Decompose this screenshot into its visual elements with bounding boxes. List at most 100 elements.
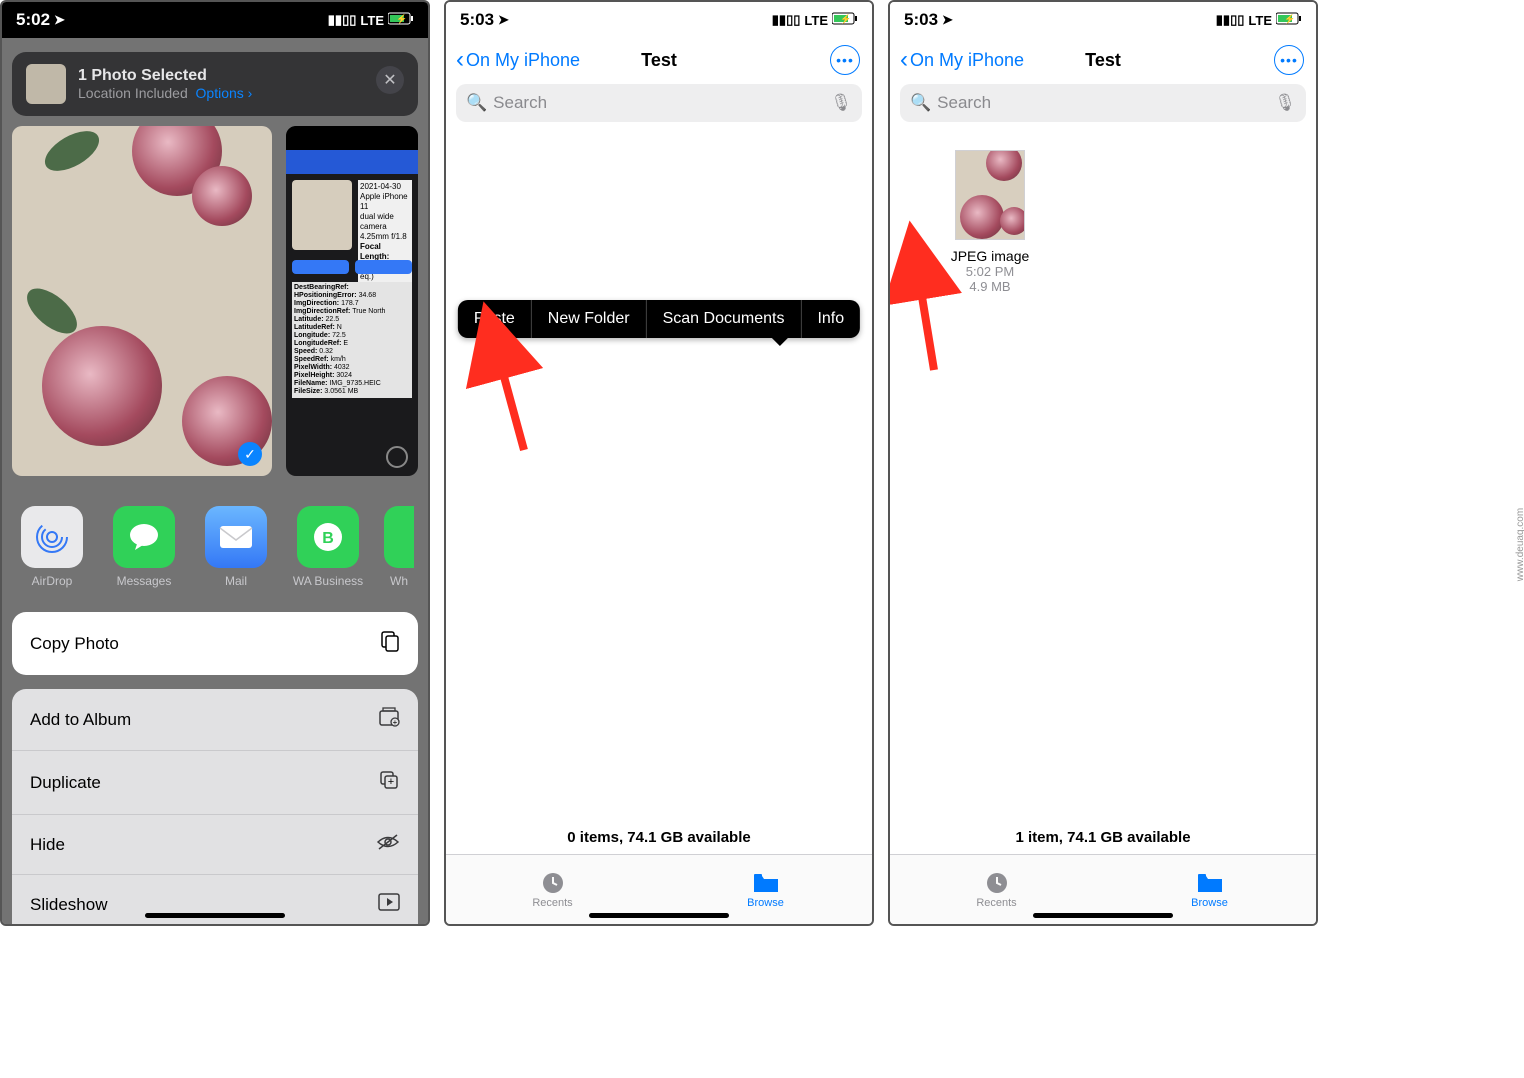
options-link[interactable]: Options › (196, 85, 253, 101)
airdrop-icon (21, 506, 83, 568)
ellipsis-icon: ••• (836, 52, 854, 68)
signal-icon: ▮▮▯▯ (772, 12, 801, 28)
location-arrow-icon: ➤ (54, 12, 65, 28)
home-indicator[interactable] (145, 913, 285, 918)
folder-body[interactable]: JPEG image 5:02 PM 4.9 MB (890, 130, 1316, 770)
chevron-left-icon: ‹ (900, 46, 908, 74)
network-label: LTE (804, 13, 828, 28)
home-indicator[interactable] (589, 913, 729, 918)
share-subtitle: Location Included Options › (78, 85, 252, 101)
more-button[interactable]: ••• (830, 45, 860, 75)
action-label: Slideshow (30, 895, 108, 915)
app-whatsapp[interactable]: Wh (384, 506, 414, 588)
preview-row: ✓ 2021-04-30Apple iPhone 11dual wide cam… (12, 126, 418, 476)
ellipsis-icon: ••• (1280, 52, 1298, 68)
status-time: 5:03➤ (904, 10, 953, 30)
messages-icon (113, 506, 175, 568)
mail-icon (205, 506, 267, 568)
chevron-left-icon: ‹ (456, 46, 464, 74)
phone-3-files-with-item: 5:03➤ ▮▮▯▯ LTE ⚡ ‹On My iPhone Test ••• … (888, 0, 1318, 926)
watermark: www.deuaq.com (1515, 508, 1524, 581)
status-bar: 5:03➤ ▮▮▯▯ LTE ⚡ (446, 2, 872, 38)
search-icon: 🔍 (466, 93, 487, 113)
action-label: Copy Photo (30, 634, 119, 654)
menu-info[interactable]: Info (800, 300, 860, 338)
primary-action-card: Copy Photo (12, 612, 418, 675)
menu-scan-documents[interactable]: Scan Documents (646, 300, 801, 338)
whatsapp-business-icon: B (297, 506, 359, 568)
annotation-arrow (484, 330, 534, 450)
share-apps-row: AirDrop Messages Mail B WA Business Wh (2, 496, 428, 598)
slideshow-action[interactable]: Slideshow (12, 874, 418, 926)
secondary-actions-card: Add to Album + Duplicate + Hide Slidesho… (12, 689, 418, 926)
share-header: 1 Photo Selected Location Included Optio… (12, 52, 418, 116)
checkmark-icon: ✓ (238, 442, 262, 466)
tab-label: Recents (532, 897, 572, 909)
network-label: LTE (360, 13, 384, 28)
action-label: Duplicate (30, 773, 101, 793)
close-button[interactable]: ✕ (376, 66, 404, 94)
svg-text:+: + (388, 776, 394, 788)
phone-1-share-sheet: 5:02➤ ▮▮▯▯ LTE ⚡ 1 Photo Selected Locati… (0, 0, 430, 926)
nav-bar: ‹On My iPhone Test ••• (446, 38, 872, 82)
copy-photo-action[interactable]: Copy Photo (12, 612, 418, 675)
status-right: ▮▮▯▯ LTE ⚡ (772, 12, 858, 28)
nav-title: Test (641, 50, 677, 71)
folder-icon (1196, 871, 1224, 895)
app-wa-business[interactable]: B WA Business (292, 506, 364, 588)
tab-label: Recents (976, 897, 1016, 909)
app-label: AirDrop (32, 574, 73, 588)
microphone-icon[interactable]: 🎙 (830, 93, 852, 113)
phone-2-files-empty: 5:03➤ ▮▮▯▯ LTE ⚡ ‹On My iPhone Test ••• … (444, 0, 874, 926)
back-button[interactable]: ‹On My iPhone (456, 46, 580, 74)
search-placeholder: Search (493, 93, 547, 113)
svg-text:⚡: ⚡ (840, 13, 851, 25)
status-time: 5:03➤ (460, 10, 509, 30)
menu-new-folder[interactable]: New Folder (531, 300, 646, 338)
selected-photo-preview[interactable]: ✓ (12, 126, 272, 476)
battery-icon: ⚡ (388, 12, 414, 28)
folder-status: 1 item, 74.1 GB available (890, 829, 1316, 846)
back-button[interactable]: ‹On My iPhone (900, 46, 1024, 74)
app-label: WA Business (293, 574, 363, 588)
share-title: 1 Photo Selected (78, 67, 252, 85)
nav-title: Test (1085, 50, 1121, 71)
duplicate-action[interactable]: Duplicate + (12, 750, 418, 814)
svg-text:⚡: ⚡ (396, 13, 407, 25)
battery-icon: ⚡ (1276, 12, 1302, 28)
copy-icon (378, 630, 400, 657)
search-icon: 🔍 (910, 93, 931, 113)
whatsapp-icon (384, 506, 414, 568)
app-label: Mail (225, 574, 247, 588)
more-button[interactable]: ••• (1274, 45, 1304, 75)
app-airdrop[interactable]: AirDrop (16, 506, 88, 588)
nav-bar: ‹On My iPhone Test ••• (890, 38, 1316, 82)
svg-text:⚡: ⚡ (1284, 13, 1295, 25)
tab-label: Browse (747, 897, 784, 909)
action-label: Add to Album (30, 710, 131, 730)
search-field[interactable]: 🔍 Search 🎙 (900, 84, 1306, 122)
file-thumbnail (955, 150, 1025, 240)
hide-action[interactable]: Hide (12, 814, 418, 874)
folder-status: 0 items, 74.1 GB available (446, 829, 872, 846)
status-time: 5:02➤ (16, 10, 65, 30)
svg-text:+: + (393, 718, 398, 727)
home-indicator[interactable] (1033, 913, 1173, 918)
search-field[interactable]: 🔍 Search 🎙 (456, 84, 862, 122)
status-bar: 5:02➤ ▮▮▯▯ LTE ⚡ (2, 2, 428, 38)
microphone-icon[interactable]: 🎙 (1274, 93, 1296, 113)
screenshot-preview[interactable]: 2021-04-30Apple iPhone 11dual wide camer… (286, 126, 418, 476)
clock-icon (983, 871, 1011, 895)
app-messages[interactable]: Messages (108, 506, 180, 588)
app-label: Wh (390, 574, 408, 588)
location-arrow-icon: ➤ (942, 12, 953, 28)
action-label: Hide (30, 835, 65, 855)
clock-icon (539, 871, 567, 895)
location-arrow-icon: ➤ (498, 12, 509, 28)
annotation-arrow (904, 250, 954, 370)
signal-icon: ▮▮▯▯ (328, 12, 357, 28)
add-to-album-action[interactable]: Add to Album + (12, 689, 418, 750)
app-mail[interactable]: Mail (200, 506, 272, 588)
folder-body[interactable]: Paste New Folder Scan Documents Info (446, 130, 872, 770)
menu-arrow-icon (772, 338, 788, 346)
